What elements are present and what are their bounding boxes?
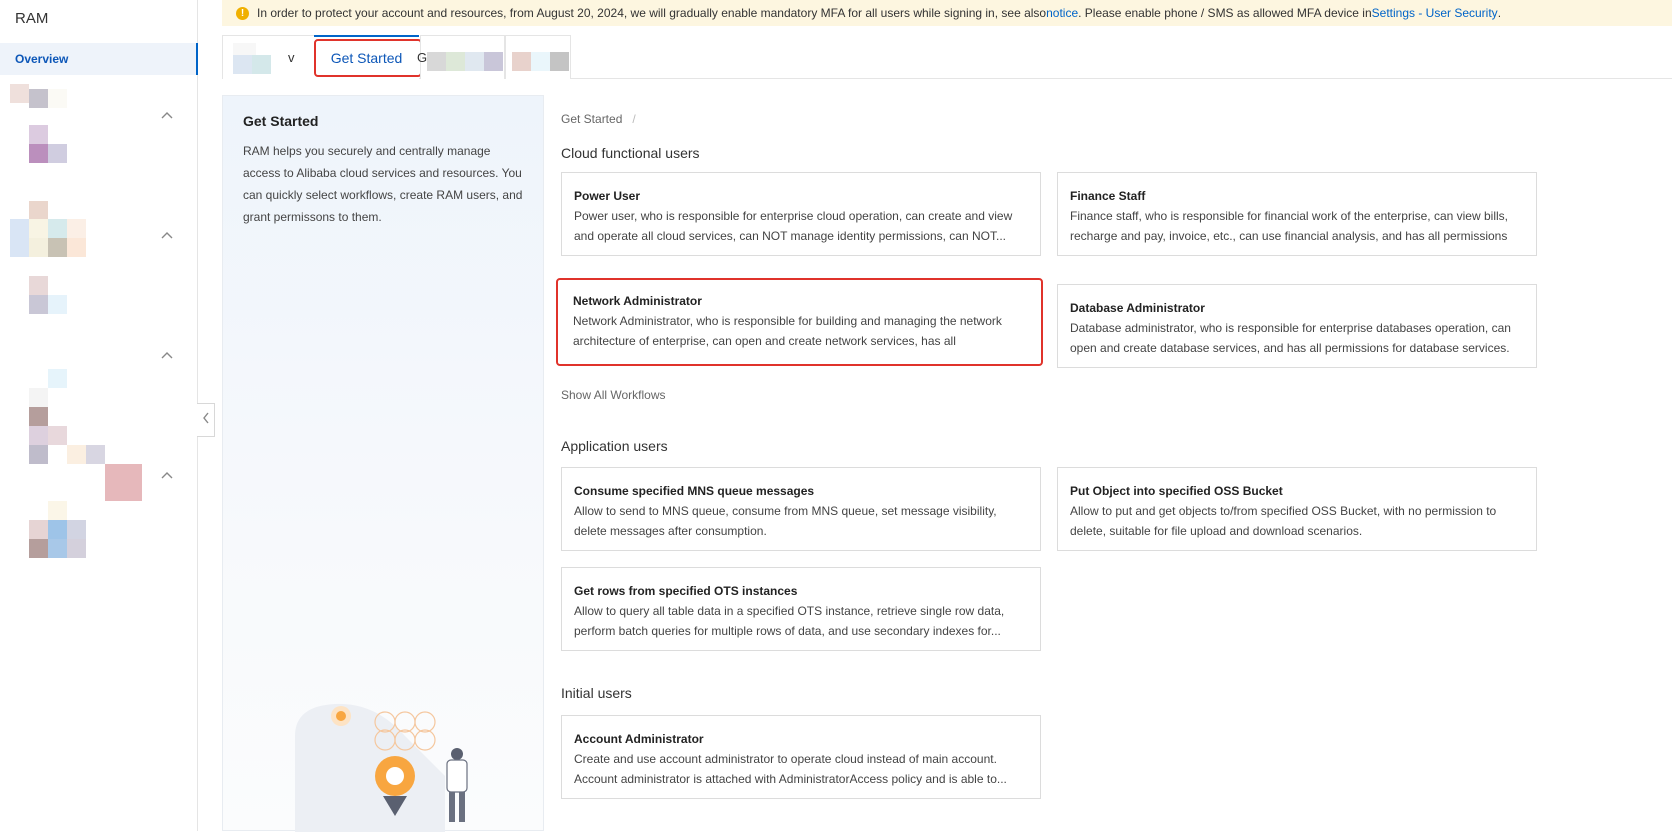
workflow-card-network-administrator[interactable]: Network Administrator Network Administra… xyxy=(556,278,1043,366)
sidebar-item-overview[interactable]: Overview xyxy=(0,43,198,75)
breadcrumb-separator: / xyxy=(632,112,636,126)
workflows-main: Get Started / Cloud functional users Powe… xyxy=(545,95,1672,831)
tab-redacted-3[interactable] xyxy=(505,35,571,79)
chevron-left-icon xyxy=(201,411,211,430)
section-title-cloud-functional-users: Cloud functional users xyxy=(561,145,700,161)
card-description: Database administrator, who is responsib… xyxy=(1070,321,1511,355)
card-description: Power user, who is responsible for enter… xyxy=(574,209,1013,243)
tab-redacted-1[interactable]: v xyxy=(222,35,315,79)
sidebar: RAM Overview xyxy=(0,0,198,831)
section-title-initial-users: Initial users xyxy=(561,685,632,701)
sidebar-item-label: Overview xyxy=(15,52,69,66)
workflow-card-database-administrator[interactable]: Database Administrator Database administ… xyxy=(1057,284,1537,368)
chevron-up-icon[interactable] xyxy=(160,109,174,123)
section-title-application-users: Application users xyxy=(561,438,668,454)
card-description: Allow to put and get objects to/from spe… xyxy=(1070,504,1497,538)
mfa-notice-banner: ! In order to protect your account and r… xyxy=(222,0,1672,26)
card-title: Power User xyxy=(574,189,641,203)
tab-redacted-2[interactable]: G xyxy=(417,35,505,79)
app-title: RAM xyxy=(15,10,49,27)
banner-text: In order to protect your account and res… xyxy=(257,6,1047,20)
notice-link[interactable]: notice xyxy=(1046,6,1078,20)
card-title: Put Object into specified OSS Bucket xyxy=(1070,484,1283,498)
card-description: Create and use account administrator to … xyxy=(574,752,1007,786)
tab-highlight-box xyxy=(314,39,422,77)
tab-label-fragment: v xyxy=(288,50,295,65)
card-title: Consume specified MNS queue messages xyxy=(574,484,815,498)
workflow-card-ots-instances[interactable]: Get rows from specified OTS instances Al… xyxy=(561,567,1041,651)
info-description: RAM helps you securely and centrally man… xyxy=(243,144,523,224)
collapse-sidebar-button[interactable] xyxy=(197,403,215,437)
chevron-up-icon[interactable] xyxy=(160,349,174,363)
card-title: Finance Staff xyxy=(1070,189,1146,203)
card-title: Database Administrator xyxy=(1070,301,1205,315)
banner-text: . xyxy=(1497,6,1502,20)
workflow-card-power-user[interactable]: Power User Power user, who is responsibl… xyxy=(561,172,1041,256)
info-title: Get Started xyxy=(243,113,319,129)
tab-label-fragment: G xyxy=(417,50,428,65)
breadcrumb-item[interactable]: Get Started xyxy=(561,112,622,126)
warning-icon: ! xyxy=(236,6,249,20)
card-title: Account Administrator xyxy=(574,732,704,746)
card-title: Get rows from specified OTS instances xyxy=(574,584,798,598)
workflow-card-account-administrator[interactable]: Account Administrator Create and use acc… xyxy=(561,715,1041,799)
card-description: Finance staff, who is responsible for fi… xyxy=(1070,209,1508,243)
get-started-info-panel: Get Started RAM helps you securely and c… xyxy=(222,95,544,832)
chevron-up-icon[interactable] xyxy=(160,469,174,483)
user-security-settings-link[interactable]: Settings - User Security xyxy=(1372,6,1498,20)
card-description: Network Administrator, who is responsibl… xyxy=(573,314,1002,348)
card-description: Allow to send to MNS queue, consume from… xyxy=(574,504,997,538)
chevron-up-icon[interactable] xyxy=(160,229,174,243)
workflow-card-mns-queue[interactable]: Consume specified MNS queue messages All… xyxy=(561,467,1041,551)
get-started-illustration xyxy=(295,696,515,832)
card-description: Allow to query all table data in a speci… xyxy=(574,604,1005,638)
card-title: Network Administrator xyxy=(573,294,702,308)
show-all-workflows-link[interactable]: Show All Workflows xyxy=(561,388,665,402)
workflow-card-finance-staff[interactable]: Finance Staff Finance staff, who is resp… xyxy=(1057,172,1537,256)
breadcrumb: Get Started / xyxy=(561,112,636,126)
banner-text: . Please enable phone / SMS as allowed M… xyxy=(1078,6,1372,20)
workflow-card-oss-bucket[interactable]: Put Object into specified OSS Bucket All… xyxy=(1057,467,1537,551)
